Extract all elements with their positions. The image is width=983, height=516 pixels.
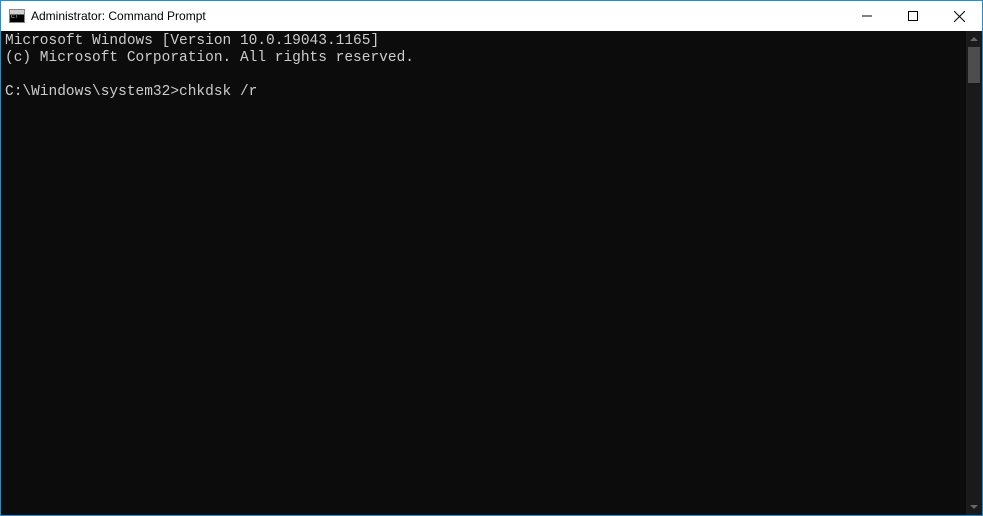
title-bar[interactable]: c:\ Administrator: Command Prompt bbox=[1, 1, 982, 31]
window-controls bbox=[844, 1, 982, 31]
minimize-icon bbox=[862, 11, 872, 21]
prompt-text: C:\Windows\system32> bbox=[5, 84, 179, 100]
maximize-icon bbox=[908, 11, 918, 21]
close-button[interactable] bbox=[936, 1, 982, 31]
output-line: (c) Microsoft Corporation. All rights re… bbox=[5, 50, 414, 66]
close-icon bbox=[954, 11, 965, 22]
title-left: c:\ Administrator: Command Prompt bbox=[1, 9, 206, 23]
command-input[interactable]: chkdsk /r bbox=[179, 84, 257, 100]
scroll-down-button[interactable] bbox=[966, 499, 982, 515]
scroll-thumb[interactable] bbox=[968, 47, 980, 83]
maximize-button[interactable] bbox=[890, 1, 936, 31]
vertical-scrollbar[interactable] bbox=[966, 31, 982, 515]
cmd-icon: c:\ bbox=[9, 9, 25, 23]
terminal-content[interactable]: Microsoft Windows [Version 10.0.19043.11… bbox=[1, 31, 966, 515]
scroll-up-button[interactable] bbox=[966, 31, 982, 47]
window-title: Administrator: Command Prompt bbox=[31, 9, 206, 23]
command-prompt-window: c:\ Administrator: Command Prompt Micros… bbox=[0, 0, 983, 516]
output-line: Microsoft Windows [Version 10.0.19043.11… bbox=[5, 33, 379, 49]
minimize-button[interactable] bbox=[844, 1, 890, 31]
terminal-area: Microsoft Windows [Version 10.0.19043.11… bbox=[1, 31, 982, 515]
